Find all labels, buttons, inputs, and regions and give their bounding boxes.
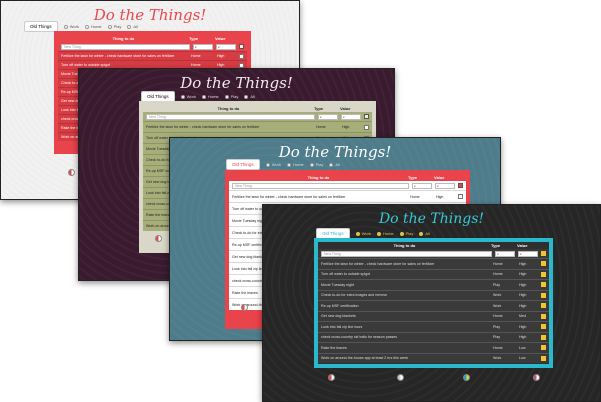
new-thing-input[interactable]: New Thing (61, 43, 190, 50)
header-task: Thing to do (393, 243, 416, 248)
radio-work[interactable]: Work (355, 231, 371, 236)
table-row[interactable]: check cross-country ski trails for seaso… (318, 331, 549, 342)
radio-work[interactable]: Work (180, 94, 196, 99)
done-checkbox (541, 345, 546, 351)
new-thing-input[interactable]: New Thing (321, 250, 492, 257)
header-value: Value (340, 106, 351, 111)
done-checkbox (239, 62, 244, 68)
radio-all[interactable]: All (329, 162, 340, 167)
radio-home[interactable]: Home (201, 94, 219, 99)
table-row[interactable]: Look into fall zip line toursPlayHigh (318, 321, 549, 332)
new-thing-input[interactable]: New Thing (146, 113, 315, 120)
header-type: Type (314, 106, 324, 111)
table-row[interactable]: Fertilize the lawn for winter - check ha… (229, 190, 466, 202)
header-task: Thing to do (307, 175, 330, 180)
table-row[interactable]: Movie Tuesday nightPlayHigh (318, 279, 549, 290)
done-checkbox (541, 355, 546, 361)
add-button[interactable] (458, 183, 463, 188)
done-checkbox (541, 261, 546, 267)
table-row[interactable]: Get new dog blanketsHomeMed (318, 310, 549, 321)
header-task: Thing to do (217, 106, 240, 111)
header-type: Type (491, 243, 501, 248)
value-select[interactable]: v (518, 250, 538, 257)
theme-dot-light-icon[interactable] (328, 374, 335, 381)
radio-home[interactable]: Home (376, 231, 394, 236)
screenshot-stage: Do the Things! Old Things Work Home Play… (0, 0, 601, 402)
theme-dot-icon[interactable] (68, 169, 75, 176)
done-checkbox (239, 53, 244, 59)
done-checkbox (541, 282, 546, 288)
table-row[interactable]: Fertilize the lawn for winter - check ha… (143, 121, 372, 132)
radio-play[interactable]: Play (309, 162, 323, 167)
type-select[interactable]: v (318, 113, 338, 120)
value-select[interactable]: v (216, 43, 236, 50)
old-things-button[interactable]: Old Things (226, 159, 260, 170)
theme-dot-teal-icon[interactable] (463, 374, 470, 381)
type-select[interactable]: v (412, 182, 432, 189)
header-type: Type (408, 175, 418, 180)
header-value: Value (517, 243, 528, 248)
header-value: Value (215, 36, 226, 41)
filter-bar: Old Things Work Home Play All (226, 159, 340, 170)
add-button[interactable] (239, 44, 244, 49)
radio-all[interactable]: All (244, 94, 255, 99)
radio-play[interactable]: Play (399, 231, 413, 236)
table-row[interactable]: Turn off water to outside spigotHomeHigh (318, 268, 549, 279)
table-row[interactable]: Rake the leavesHomeLow (318, 342, 549, 353)
value-select[interactable]: v (341, 113, 361, 120)
radio-home[interactable]: Home (84, 24, 102, 29)
page-title: Do the Things! (378, 211, 485, 227)
todo-panel: Thing to do Type Value New Thing v v Fer… (314, 238, 553, 368)
done-checkbox (541, 313, 546, 319)
radio-all[interactable]: All (419, 231, 430, 236)
radio-home[interactable]: Home (286, 162, 304, 167)
page-title: Do the Things! (180, 74, 293, 92)
table-row[interactable]: Fertilize the lawn for winter - check ha… (318, 258, 549, 269)
table-row[interactable]: Work on around-the-house app at least 2 … (318, 352, 549, 363)
header-task: Thing to do (112, 36, 135, 41)
done-checkbox (458, 194, 463, 199)
radio-all[interactable]: All (127, 24, 138, 29)
done-checkbox (364, 124, 369, 130)
table-row[interactable]: Fertilize the lawn for winter - check ha… (58, 51, 247, 60)
header-value: Value (434, 175, 445, 180)
add-button[interactable] (541, 251, 546, 256)
done-checkbox (541, 324, 546, 330)
value-select[interactable]: v (435, 182, 455, 189)
old-things-button[interactable]: Old Things (24, 21, 58, 32)
theme-dot-plum-icon[interactable] (397, 374, 404, 381)
new-thing-input[interactable]: New Thing (232, 182, 409, 189)
window-dark-theme: Do the Things! Old Things Work Home Play… (262, 204, 601, 402)
done-checkbox (541, 334, 546, 340)
radio-work[interactable]: Work (63, 24, 79, 29)
theme-dot-dark-icon[interactable] (533, 374, 540, 381)
radio-play[interactable]: Play (224, 94, 238, 99)
done-checkbox (541, 303, 546, 309)
table-row[interactable]: Re-up MSF certificationWorkHigh (318, 300, 549, 311)
theme-dot-icon[interactable] (241, 304, 248, 311)
table-row[interactable]: Check to-do for extra images and removeW… (318, 289, 549, 300)
header-type: Type (189, 36, 199, 41)
add-button[interactable] (364, 114, 369, 119)
radio-work[interactable]: Work (265, 162, 281, 167)
type-select[interactable]: v (193, 43, 213, 50)
radio-play[interactable]: Play (107, 24, 121, 29)
done-checkbox (541, 271, 546, 277)
type-select[interactable]: v (495, 250, 515, 257)
done-checkbox (541, 292, 546, 298)
theme-dot-icon[interactable] (155, 235, 162, 242)
